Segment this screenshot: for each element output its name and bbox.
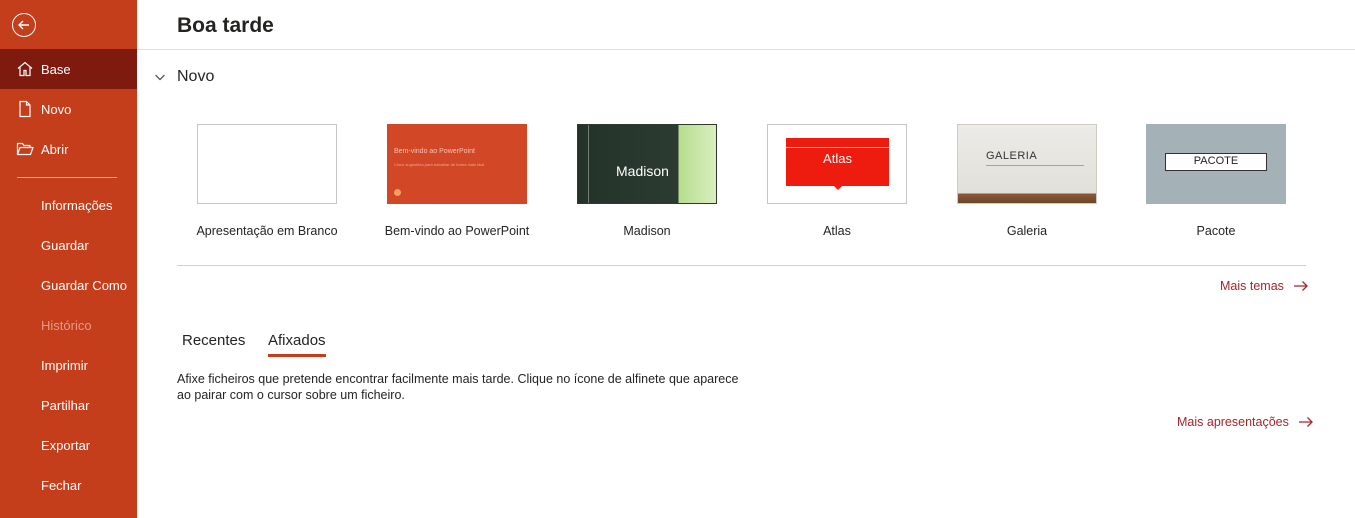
thumb-banner-line — [786, 147, 889, 148]
title-divider — [137, 49, 1355, 50]
nav-item-novo[interactable]: Novo — [0, 89, 137, 129]
nav-item-abrir[interactable]: Abrir — [0, 129, 137, 169]
template-welcome[interactable]: Bem-vindo ao PowerPoint Cinco sugestões … — [385, 124, 529, 238]
home-icon — [16, 60, 34, 78]
new-document-icon — [16, 100, 34, 118]
new-section-toggle[interactable]: Novo — [154, 68, 214, 86]
template-caption: Apresentação em Branco — [196, 224, 338, 238]
logo-icon — [394, 189, 401, 196]
nav-item-partilhar[interactable]: Partilhar — [41, 398, 89, 413]
section-label: Novo — [177, 68, 215, 85]
thumb-stripe — [588, 125, 589, 203]
template-pacote[interactable]: PACOTE Pacote — [1146, 124, 1286, 238]
page-title: Boa tarde — [177, 14, 274, 37]
more-presentations-link[interactable]: Mais apresentações — [1177, 415, 1314, 429]
nav-item-label: Novo — [41, 101, 72, 117]
back-arrow-icon — [18, 20, 29, 30]
template-atlas[interactable]: Atlas Atlas — [767, 124, 907, 238]
nav-item-imprimir[interactable]: Imprimir — [41, 358, 88, 373]
nav-item-base[interactable]: Base — [0, 49, 137, 89]
backstage-sidebar: Base Novo Abrir Informações Guardar Guar… — [0, 0, 137, 518]
template-caption: Galeria — [1006, 224, 1048, 238]
chevron-down-icon — [155, 74, 165, 81]
template-thumbnail — [197, 124, 337, 204]
nav-item-historico: Histórico — [41, 318, 92, 333]
nav-item-informacoes[interactable]: Informações — [41, 198, 113, 213]
back-button[interactable] — [12, 13, 36, 37]
arrow-right-icon — [1298, 416, 1314, 428]
template-galeria[interactable]: GALERIA Galeria — [957, 124, 1097, 238]
folder-open-icon — [16, 140, 34, 158]
sidebar-divider — [17, 177, 117, 178]
nav-item-label: Abrir — [41, 141, 69, 157]
pinned-empty-hint: Afixe ficheiros que pretende encontrar f… — [177, 372, 739, 402]
template-thumbnail: Madison — [577, 124, 717, 204]
templates-divider — [177, 265, 1306, 266]
nav-item-exportar[interactable]: Exportar — [41, 438, 90, 453]
nav-item-guardar-como[interactable]: Guardar Como — [41, 278, 127, 293]
thumb-title: Atlas — [823, 151, 852, 166]
template-thumbnail: PACOTE — [1146, 124, 1286, 204]
tab-afixados[interactable]: Afixados — [268, 332, 326, 357]
template-caption: Madison — [623, 224, 671, 238]
tab-recentes[interactable]: Recentes — [182, 332, 245, 349]
arrow-right-icon — [1293, 280, 1309, 292]
template-thumbnail: Bem-vindo ao PowerPoint Cinco sugestões … — [387, 124, 527, 204]
thumb-underline — [986, 165, 1084, 166]
thumb-title: Bem-vindo ao PowerPoint — [394, 148, 475, 155]
nav-item-label: Base — [41, 61, 71, 77]
template-blank[interactable]: Apresentação em Branco — [196, 124, 338, 238]
template-madison[interactable]: Madison Madison — [577, 124, 717, 238]
thumb-subtitle: Cinco sugestões para trabalhar de forma … — [394, 162, 485, 167]
backstage-main: Boa tarde Novo Apresentação em Branco Be… — [137, 0, 1355, 518]
more-themes-link[interactable]: Mais temas — [1220, 279, 1309, 293]
template-thumbnail: Atlas — [767, 124, 907, 204]
template-caption: Atlas — [823, 224, 851, 238]
nav-item-fechar[interactable]: Fechar — [41, 478, 81, 493]
template-thumbnail: GALERIA — [957, 124, 1097, 204]
template-caption: Bem-vindo ao PowerPoint — [384, 224, 530, 238]
thumb-title: PACOTE — [1193, 155, 1239, 167]
template-caption: Pacote — [1196, 224, 1236, 238]
more-presentations-label: Mais apresentações — [1177, 415, 1289, 429]
thumb-title: GALERIA — [986, 150, 1038, 162]
thumb-pointer — [834, 186, 842, 190]
thumb-title: Madison — [616, 163, 669, 179]
nav-item-guardar[interactable]: Guardar — [41, 238, 89, 253]
more-themes-label: Mais temas — [1220, 279, 1284, 293]
